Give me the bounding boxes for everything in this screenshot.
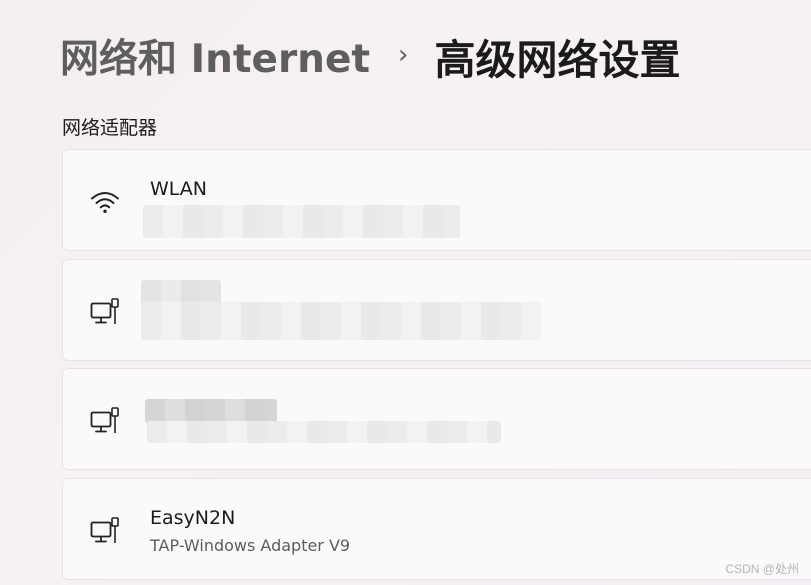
ethernet-icon bbox=[89, 515, 121, 547]
breadcrumb: 网络和 Internet › 高级网络设置 bbox=[60, 28, 680, 84]
page-title: 高级网络设置 bbox=[434, 36, 681, 84]
redacted-description bbox=[147, 421, 501, 443]
breadcrumb-parent-link[interactable]: 网络和 Internet bbox=[60, 28, 370, 84]
adapter-card-easyn2n[interactable]: EasyN2N TAP-Windows Adapter V9 bbox=[62, 478, 811, 580]
adapter-card-wlan[interactable]: WLAN bbox=[62, 149, 811, 251]
adapter-name: EasyN2N bbox=[150, 507, 236, 529]
ethernet-icon bbox=[89, 296, 121, 328]
redacted-description bbox=[143, 205, 460, 238]
adapter-card-redacted-1[interactable] bbox=[62, 259, 811, 361]
section-title: 网络适配器 bbox=[62, 117, 158, 139]
redacted-name bbox=[145, 399, 277, 423]
watermark: CSDN @处州 bbox=[725, 562, 799, 576]
adapter-name: WLAN bbox=[150, 178, 208, 200]
adapter-description: TAP-Windows Adapter V9 bbox=[150, 536, 351, 555]
adapter-card-redacted-2[interactable] bbox=[62, 368, 811, 470]
wifi-icon bbox=[89, 186, 121, 218]
redacted-description bbox=[141, 302, 541, 340]
breadcrumb-chevron-right-icon: › bbox=[398, 40, 409, 70]
ethernet-icon bbox=[89, 405, 121, 437]
